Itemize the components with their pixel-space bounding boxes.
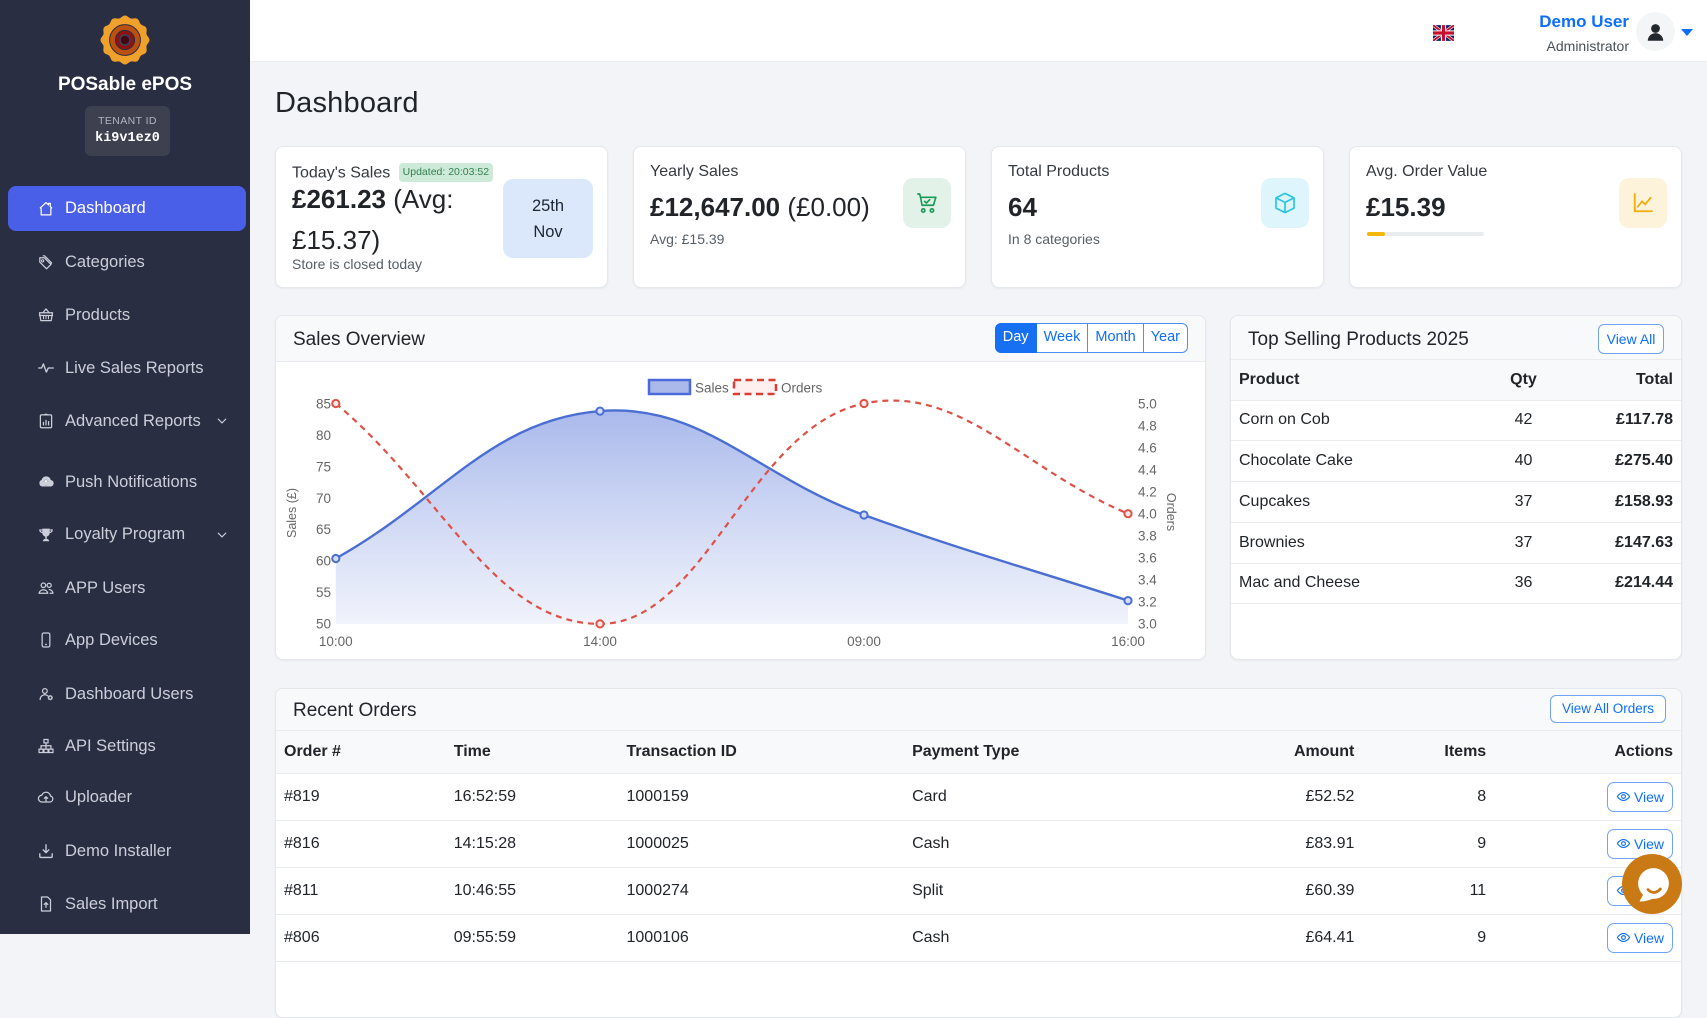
svg-text:09:00: 09:00 xyxy=(847,634,881,649)
svg-text:85: 85 xyxy=(316,396,331,411)
svg-text:3.2: 3.2 xyxy=(1138,595,1157,610)
svg-text:70: 70 xyxy=(316,491,331,506)
svg-text:60: 60 xyxy=(316,554,331,569)
svg-text:50: 50 xyxy=(316,617,331,632)
svg-text:Orders: Orders xyxy=(781,381,823,396)
svg-text:16:00: 16:00 xyxy=(1111,634,1145,649)
svg-text:4.0: 4.0 xyxy=(1138,507,1157,522)
svg-text:55: 55 xyxy=(316,585,331,600)
svg-text:14:00: 14:00 xyxy=(583,634,617,649)
svg-text:5.0: 5.0 xyxy=(1138,396,1157,411)
svg-text:4.4: 4.4 xyxy=(1138,462,1157,477)
svg-text:4.6: 4.6 xyxy=(1138,440,1157,455)
svg-text:4.8: 4.8 xyxy=(1138,418,1157,433)
svg-text:3.8: 3.8 xyxy=(1138,529,1157,544)
svg-text:Sales (£): Sales (£) xyxy=(285,488,299,538)
svg-text:Orders: Orders xyxy=(1164,493,1178,531)
svg-text:10:00: 10:00 xyxy=(319,634,353,649)
svg-text:75: 75 xyxy=(316,459,331,474)
svg-text:80: 80 xyxy=(316,428,331,443)
svg-text:4.2: 4.2 xyxy=(1138,485,1157,500)
svg-text:3.6: 3.6 xyxy=(1138,551,1157,566)
svg-text:3.0: 3.0 xyxy=(1138,617,1157,632)
svg-text:65: 65 xyxy=(316,522,331,537)
svg-text:Sales: Sales xyxy=(695,381,729,396)
svg-text:3.4: 3.4 xyxy=(1138,573,1157,588)
